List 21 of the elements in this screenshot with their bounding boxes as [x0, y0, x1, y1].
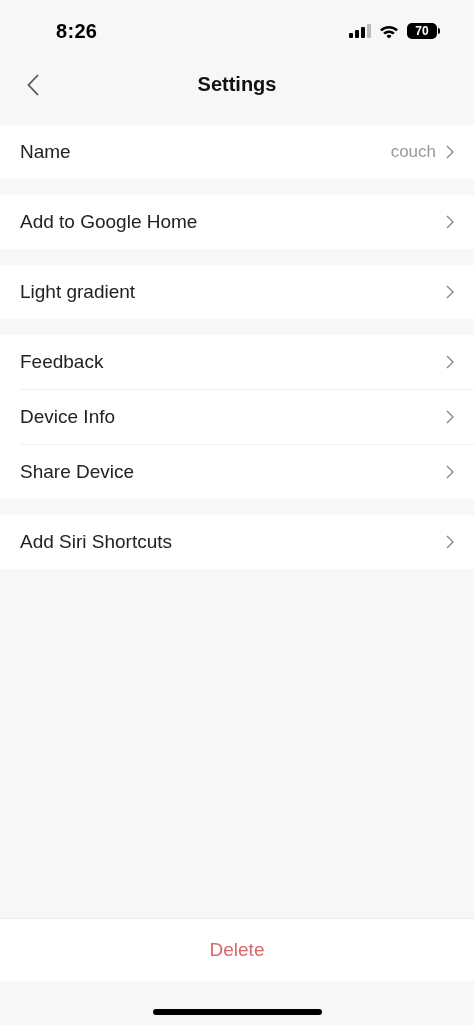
- row-label: Share Device: [20, 461, 136, 483]
- row-value: couch: [390, 142, 436, 162]
- row-label: Name: [20, 141, 72, 163]
- row-label: Feedback: [20, 351, 105, 373]
- chevron-icon: [446, 215, 454, 229]
- row-label: Add to Google Home: [20, 211, 199, 233]
- chevron-icon: [446, 145, 454, 159]
- settings-row[interactable]: Share Device: [20, 445, 474, 499]
- settings-row[interactable]: Feedback: [20, 335, 474, 390]
- wifi-icon: [379, 23, 399, 39]
- screen-title: Settings: [197, 72, 277, 96]
- signal-icon: [349, 24, 371, 38]
- row-label: Add Siri Shortcuts: [20, 531, 174, 553]
- chevron-icon: [446, 285, 454, 299]
- settings-row[interactable]: Device Info: [20, 390, 474, 445]
- delete-button[interactable]: Delete: [0, 919, 474, 981]
- row-label: Device Info: [20, 406, 117, 428]
- row-label: Light gradient: [20, 281, 137, 303]
- back-icon: [27, 74, 39, 96]
- status-time: 8:26: [56, 19, 99, 43]
- battery-level: 70: [407, 23, 437, 39]
